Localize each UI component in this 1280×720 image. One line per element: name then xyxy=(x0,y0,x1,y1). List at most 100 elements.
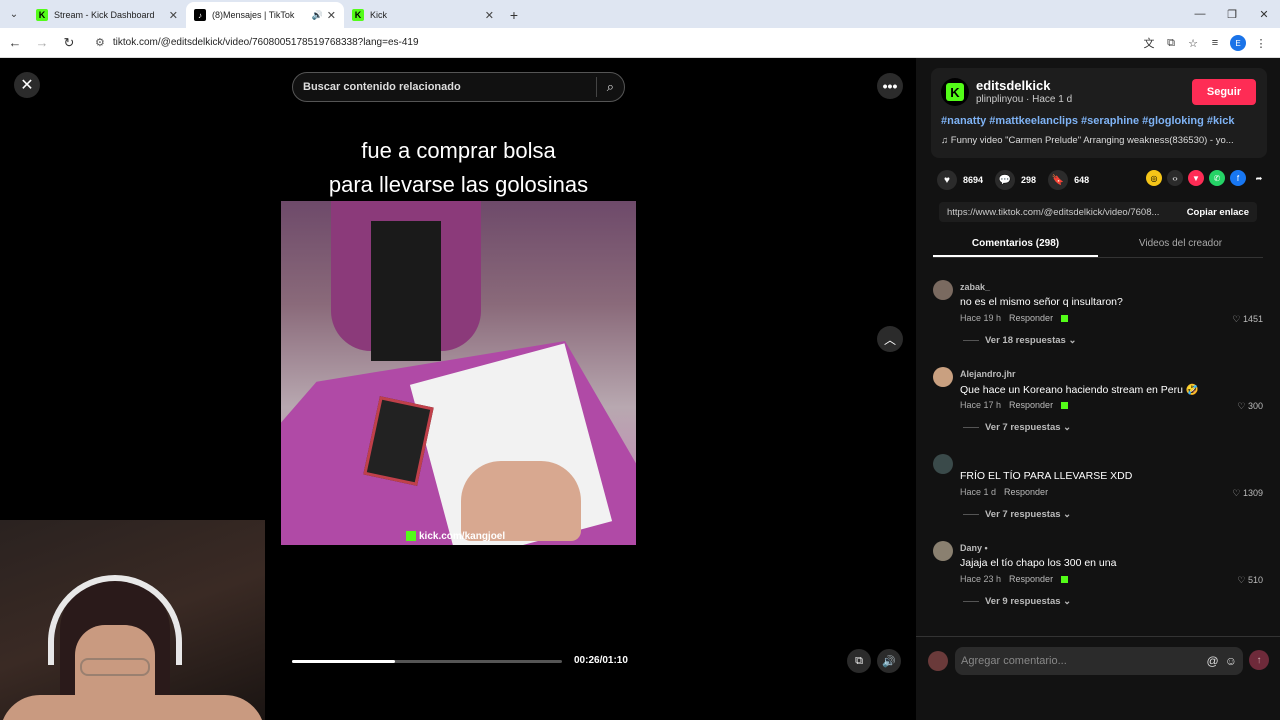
tab-title: (8)Mensajes | TikTok xyxy=(212,10,295,20)
emoji-icon[interactable]: ☺ xyxy=(1225,654,1237,668)
avatar[interactable] xyxy=(933,541,953,561)
video-player[interactable]: Buscar contenido relacionado ⌕ fue a com… xyxy=(281,58,636,688)
save-count: 648 xyxy=(1074,175,1090,185)
avatar[interactable]: K xyxy=(941,78,969,106)
site-info-icon[interactable]: ⚙ xyxy=(95,36,105,49)
browser-tab-kick-dashboard[interactable]: K Stream - Kick Dashboard ✕ xyxy=(28,2,186,28)
forward-arrow-icon[interactable]: → xyxy=(30,31,54,55)
profile-avatar[interactable]: E xyxy=(1230,35,1246,51)
reply-button[interactable]: Responder xyxy=(1009,574,1053,584)
caption-line-2: para llevarse las golosinas xyxy=(328,172,589,197)
comment-author[interactable]: zabak_ xyxy=(960,282,990,292)
heart-outline-icon: ♡ xyxy=(1237,401,1248,411)
related-search-input[interactable]: Buscar contenido relacionado ⌕ xyxy=(292,72,625,102)
reply-button[interactable]: Responder xyxy=(1004,487,1048,497)
search-icon[interactable]: ⌕ xyxy=(607,79,614,95)
comment-placeholder: Agregar comentario... xyxy=(961,655,1067,667)
whatsapp-icon[interactable]: ✆ xyxy=(1209,170,1225,186)
view-replies-button[interactable]: Ver 18 respuestas ⌄ xyxy=(963,335,1076,346)
mini-player-icon[interactable]: ⧉ xyxy=(847,649,871,673)
divider-line xyxy=(963,513,979,515)
comment-author[interactable]: Dany • xyxy=(960,543,988,553)
avatar[interactable] xyxy=(933,280,953,300)
back-arrow-icon[interactable]: ← xyxy=(3,31,27,55)
close-window-icon[interactable]: ✕ xyxy=(1248,0,1280,28)
panel-tabs: Comentarios (298) Videos del creador xyxy=(933,233,1263,258)
view-replies-button[interactable]: Ver 7 respuestas ⌄ xyxy=(963,422,1071,433)
tab-search-chevron-icon[interactable]: ⌄ xyxy=(0,0,28,28)
close-tab-icon[interactable]: ✕ xyxy=(485,9,494,22)
send-comment-button[interactable]: ↑ xyxy=(1249,650,1269,670)
reply-button[interactable]: Responder xyxy=(1009,313,1053,323)
caption-line-1: fue a comprar bolsa xyxy=(361,138,556,163)
chevron-up-icon[interactable]: ︿ xyxy=(877,326,903,352)
comment-meta: Hace 23 h Responder xyxy=(960,574,1069,584)
browser-menu-icon[interactable]: ⋮ xyxy=(1250,31,1272,55)
hashtags[interactable]: #nanatty #mattkeelanclips #seraphine #gl… xyxy=(941,115,1234,127)
heart-icon: ♥ xyxy=(937,170,957,190)
tab-comments[interactable]: Comentarios (298) xyxy=(933,233,1098,257)
follow-button[interactable]: Seguir xyxy=(1192,79,1256,105)
browser-tab-kick[interactable]: K Kick ✕ xyxy=(344,2,502,28)
volume-icon[interactable]: 🔊 xyxy=(877,649,901,673)
creator-username[interactable]: editsdelkick xyxy=(976,78,1050,93)
comment-like-count: 300 xyxy=(1247,401,1263,411)
heart-outline-icon: ♡ xyxy=(1232,314,1243,324)
comment-author[interactable]: Alejandro.jhr xyxy=(960,369,1016,379)
close-tab-icon[interactable]: ✕ xyxy=(327,9,336,22)
comment-composer: Agregar comentario... @ ☺ ↑ xyxy=(916,636,1280,720)
media-control-icon[interactable]: ≡ xyxy=(1204,31,1226,55)
divider-line xyxy=(963,426,979,428)
comment-meta: Hace 1 d Responder xyxy=(960,487,1048,497)
chevron-down-icon: ⌄ xyxy=(1063,422,1072,433)
restore-icon[interactable]: ❐ xyxy=(1216,0,1248,28)
music-note-icon: ♫ xyxy=(941,135,951,146)
browser-tab-tiktok[interactable]: ♪ (8)Mensajes | TikTok 🔊 ✕ xyxy=(186,2,344,28)
apron-shape xyxy=(371,221,441,361)
address-bar[interactable]: ⚙ tiktok.com/@editsdelkick/video/7608005… xyxy=(89,30,1129,55)
comment-likes[interactable]: ♡ 1451 xyxy=(1232,314,1263,325)
comment-count: 298 xyxy=(1021,175,1037,185)
comment-likes[interactable]: ♡ 510 xyxy=(1237,575,1263,586)
share-arrow-icon[interactable]: ➦ xyxy=(1251,170,1267,186)
view-replies-label: Ver 18 respuestas xyxy=(985,335,1066,346)
reply-button[interactable]: Responder xyxy=(1009,400,1053,410)
comment-input[interactable]: Agregar comentario... @ ☺ xyxy=(955,647,1243,675)
mention-icon[interactable]: @ xyxy=(1207,654,1219,668)
kick-watermark: kick.com/kangjoel xyxy=(406,531,505,542)
divider-line xyxy=(963,600,979,602)
reload-icon[interactable]: ↻ xyxy=(57,31,81,55)
kick-logo-icon: K xyxy=(946,83,964,101)
view-replies-button[interactable]: Ver 7 respuestas ⌄ xyxy=(963,509,1071,520)
video-progress-bar[interactable] xyxy=(292,660,562,663)
save-button[interactable]: 🔖 648 xyxy=(1048,170,1089,190)
comment-likes[interactable]: ♡ 1309 xyxy=(1232,488,1263,499)
send-icon[interactable]: ▼ xyxy=(1188,170,1204,186)
avatar[interactable] xyxy=(933,367,953,387)
close-tab-icon[interactable]: ✕ xyxy=(169,9,178,22)
facebook-icon[interactable]: f xyxy=(1230,170,1246,186)
video-link-url[interactable]: https://www.tiktok.com/@editsdelkick/vid… xyxy=(939,207,1179,218)
translate-icon[interactable]: 文 xyxy=(1138,31,1160,55)
chevron-down-icon: ⌄ xyxy=(1068,335,1077,346)
more-options-icon[interactable]: ••• xyxy=(877,73,903,99)
kick-logo-icon: K xyxy=(352,9,364,21)
music-line[interactable]: ♫ Funny video "Carmen Prelude" Arranging… xyxy=(941,135,1257,146)
creator-subline: plinplinyou · Hace 1 d xyxy=(976,94,1073,105)
comment-likes[interactable]: ♡ 300 xyxy=(1237,401,1263,412)
like-button[interactable]: ♥ 8694 xyxy=(937,170,983,190)
share-icons: ◎ ‹› ▼ ✆ f ➦ xyxy=(1141,170,1267,186)
comment-button[interactable]: 💬 298 xyxy=(995,170,1036,190)
new-tab-button[interactable]: + xyxy=(502,2,526,28)
speaker-icon[interactable]: 🔊 xyxy=(312,10,323,21)
bookmark-star-icon[interactable]: ☆ xyxy=(1182,31,1204,55)
close-icon[interactable]: ✕ xyxy=(14,72,40,98)
avatar[interactable] xyxy=(933,454,953,474)
tab-creator-videos[interactable]: Videos del creador xyxy=(1098,233,1263,257)
embed-code-icon[interactable]: ‹› xyxy=(1167,170,1183,186)
install-app-icon[interactable]: ⧉ xyxy=(1160,31,1182,55)
minimize-icon[interactable]: — xyxy=(1184,0,1216,28)
coin-icon[interactable]: ◎ xyxy=(1146,170,1162,186)
view-replies-button[interactable]: Ver 9 respuestas ⌄ xyxy=(963,596,1071,607)
copy-link-button[interactable]: Copiar enlace xyxy=(1179,207,1257,218)
